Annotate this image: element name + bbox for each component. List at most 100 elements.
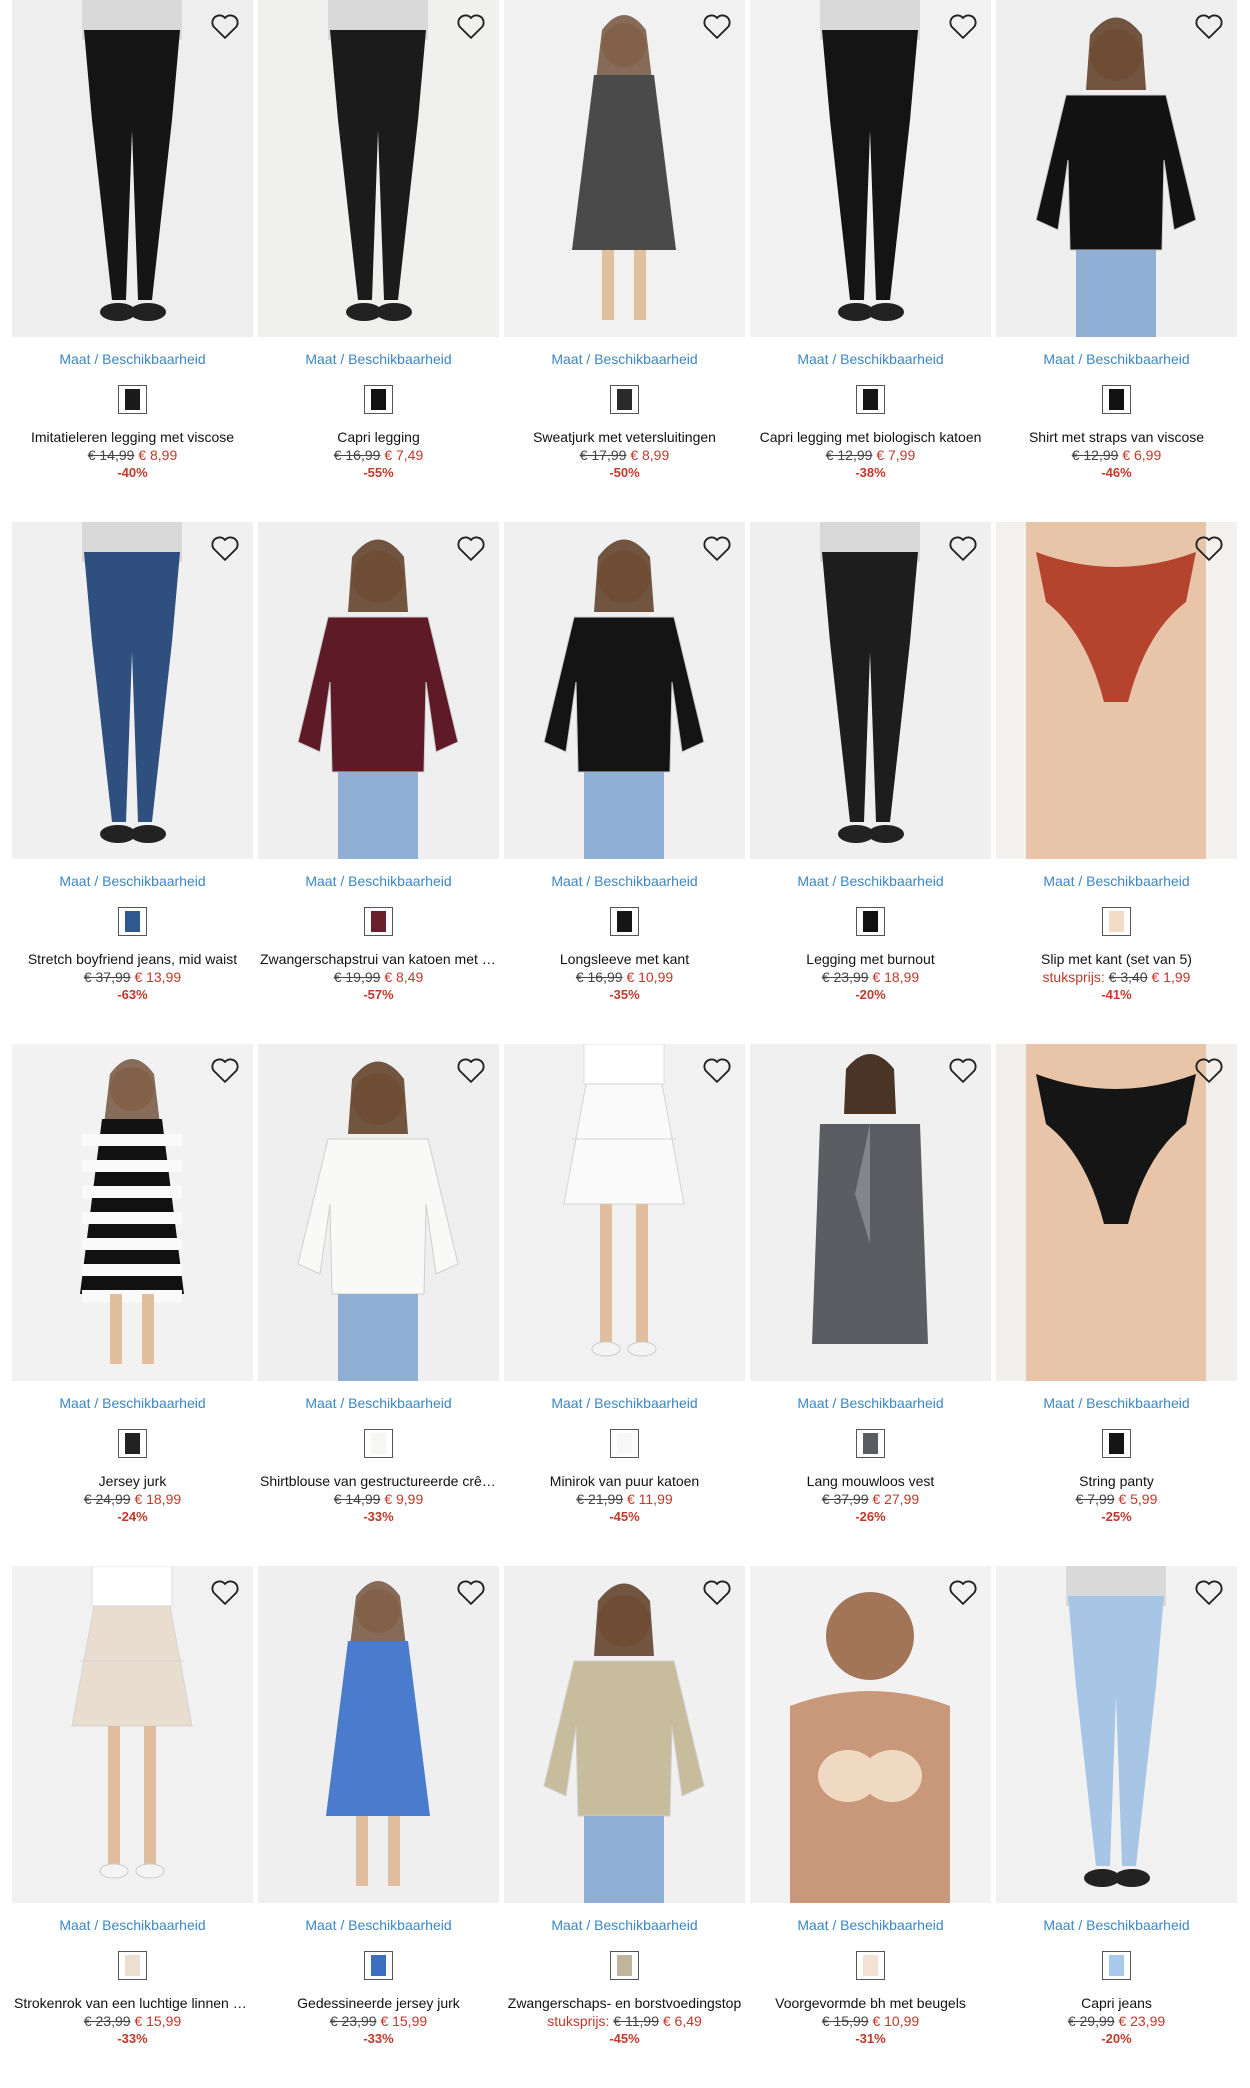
color-swatch[interactable] [118,385,147,414]
size-availability-link[interactable]: Maat / Beschikbaarheid [258,351,499,369]
favorite-heart-icon[interactable] [701,532,733,564]
favorite-heart-icon[interactable] [947,10,979,42]
product-name[interactable]: Jersey jurk [12,1473,253,1489]
product-image[interactable] [996,1566,1237,1903]
product-name[interactable]: Minirok van puur katoen [504,1473,745,1489]
favorite-heart-icon[interactable] [701,1054,733,1086]
size-availability-link[interactable]: Maat / Beschikbaarheid [750,351,991,369]
color-swatch[interactable] [856,907,885,936]
product-name[interactable]: Longsleeve met kant [504,951,745,967]
product-card[interactable]: Maat / Beschikbaarheid Stretch boyfriend… [12,522,253,1044]
color-swatch[interactable] [118,1951,147,1980]
size-availability-link[interactable]: Maat / Beschikbaarheid [258,1395,499,1413]
product-card[interactable]: Maat / Beschikbaarheid Shirt met straps … [996,0,1237,522]
size-availability-link[interactable]: Maat / Beschikbaarheid [504,351,745,369]
favorite-heart-icon[interactable] [1193,10,1225,42]
color-swatch[interactable] [118,1429,147,1458]
product-card[interactable]: Maat / Beschikbaarheid Lang mouwloos ves… [750,1044,991,1566]
favorite-heart-icon[interactable] [209,532,241,564]
size-availability-link[interactable]: Maat / Beschikbaarheid [12,351,253,369]
product-name[interactable]: Shirtblouse van gestructureerde crêpe [258,1473,499,1489]
color-swatch[interactable] [856,1429,885,1458]
product-image[interactable] [12,1566,253,1903]
product-name[interactable]: Legging met burnout [750,951,991,967]
product-card[interactable]: Maat / Beschikbaarheid String panty € 7,… [996,1044,1237,1566]
product-card[interactable]: Maat / Beschikbaarheid Voorgevormde bh m… [750,1566,991,2088]
product-image[interactable] [996,522,1237,859]
size-availability-link[interactable]: Maat / Beschikbaarheid [996,351,1237,369]
product-name[interactable]: Slip met kant (set van 5) [996,951,1237,967]
product-name[interactable]: Imitatieleren legging met viscose [12,429,253,445]
product-image[interactable] [750,1566,991,1903]
product-card[interactable]: Maat / Beschikbaarheid Jersey jurk € 24,… [12,1044,253,1566]
product-name[interactable]: Capri legging met biologisch katoen [750,429,991,445]
product-name[interactable]: Zwangerschapstrui van katoen met strikba… [258,951,499,967]
product-name[interactable]: String panty [996,1473,1237,1489]
size-availability-link[interactable]: Maat / Beschikbaarheid [996,1395,1237,1413]
product-image[interactable] [504,522,745,859]
product-card[interactable]: Maat / Beschikbaarheid Zwangerschaps- en… [504,1566,745,2088]
favorite-heart-icon[interactable] [701,1576,733,1608]
product-card[interactable]: Maat / Beschikbaarheid Shirtblouse van g… [258,1044,499,1566]
favorite-heart-icon[interactable] [455,1054,487,1086]
size-availability-link[interactable]: Maat / Beschikbaarheid [504,1395,745,1413]
product-name[interactable]: Gedessineerde jersey jurk [258,1995,499,2011]
favorite-heart-icon[interactable] [455,1576,487,1608]
product-image[interactable] [12,1044,253,1381]
product-card[interactable]: Maat / Beschikbaarheid Zwangerschapstrui… [258,522,499,1044]
size-availability-link[interactable]: Maat / Beschikbaarheid [12,873,253,891]
product-image[interactable] [258,522,499,859]
product-name[interactable]: Capri legging [258,429,499,445]
product-card[interactable]: Maat / Beschikbaarheid Sweatjurk met vet… [504,0,745,522]
product-image[interactable] [258,0,499,337]
product-image[interactable] [996,1044,1237,1381]
product-card[interactable]: Maat / Beschikbaarheid Longsleeve met ka… [504,522,745,1044]
favorite-heart-icon[interactable] [947,1054,979,1086]
product-name[interactable]: Lang mouwloos vest [750,1473,991,1489]
product-name[interactable]: Shirt met straps van viscose [996,429,1237,445]
color-swatch[interactable] [610,907,639,936]
color-swatch[interactable] [1102,907,1131,936]
product-name[interactable]: Capri jeans [996,1995,1237,2011]
product-name[interactable]: Zwangerschaps- en borstvoedingstop [504,1995,745,2011]
size-availability-link[interactable]: Maat / Beschikbaarheid [996,873,1237,891]
size-availability-link[interactable]: Maat / Beschikbaarheid [750,1917,991,1935]
color-swatch[interactable] [610,1429,639,1458]
product-name[interactable]: Stretch boyfriend jeans, mid waist [12,951,253,967]
product-image[interactable] [750,0,991,337]
product-image[interactable] [750,522,991,859]
size-availability-link[interactable]: Maat / Beschikbaarheid [750,873,991,891]
product-image[interactable] [12,0,253,337]
product-image[interactable] [258,1566,499,1903]
size-availability-link[interactable]: Maat / Beschikbaarheid [12,1395,253,1413]
color-swatch[interactable] [610,385,639,414]
color-swatch[interactable] [364,385,393,414]
color-swatch[interactable] [364,1429,393,1458]
product-name[interactable]: Voorgevormde bh met beugels [750,1995,991,2011]
favorite-heart-icon[interactable] [1193,532,1225,564]
product-card[interactable]: Maat / Beschikbaarheid Capri legging € 1… [258,0,499,522]
size-availability-link[interactable]: Maat / Beschikbaarheid [504,1917,745,1935]
color-swatch[interactable] [364,1951,393,1980]
favorite-heart-icon[interactable] [947,532,979,564]
favorite-heart-icon[interactable] [1193,1054,1225,1086]
favorite-heart-icon[interactable] [1193,1576,1225,1608]
color-swatch[interactable] [1102,1429,1131,1458]
product-card[interactable]: Maat / Beschikbaarheid Legging met burno… [750,522,991,1044]
product-name[interactable]: Sweatjurk met vetersluitingen [504,429,745,445]
size-availability-link[interactable]: Maat / Beschikbaarheid [504,873,745,891]
product-image[interactable] [504,1044,745,1381]
color-swatch[interactable] [1102,385,1131,414]
product-image[interactable] [750,1044,991,1381]
product-image[interactable] [504,0,745,337]
product-card[interactable]: Maat / Beschikbaarheid Capri legging met… [750,0,991,522]
product-card[interactable]: Maat / Beschikbaarheid Strokenrok van ee… [12,1566,253,2088]
product-name[interactable]: Strokenrok van een luchtige linnen mix [12,1995,253,2011]
favorite-heart-icon[interactable] [209,1576,241,1608]
favorite-heart-icon[interactable] [209,1054,241,1086]
product-image[interactable] [996,0,1237,337]
color-swatch[interactable] [610,1951,639,1980]
product-card[interactable]: Maat / Beschikbaarheid Capri jeans € 29,… [996,1566,1237,2088]
size-availability-link[interactable]: Maat / Beschikbaarheid [12,1917,253,1935]
product-card[interactable]: Maat / Beschikbaarheid Slip met kant (se… [996,522,1237,1044]
